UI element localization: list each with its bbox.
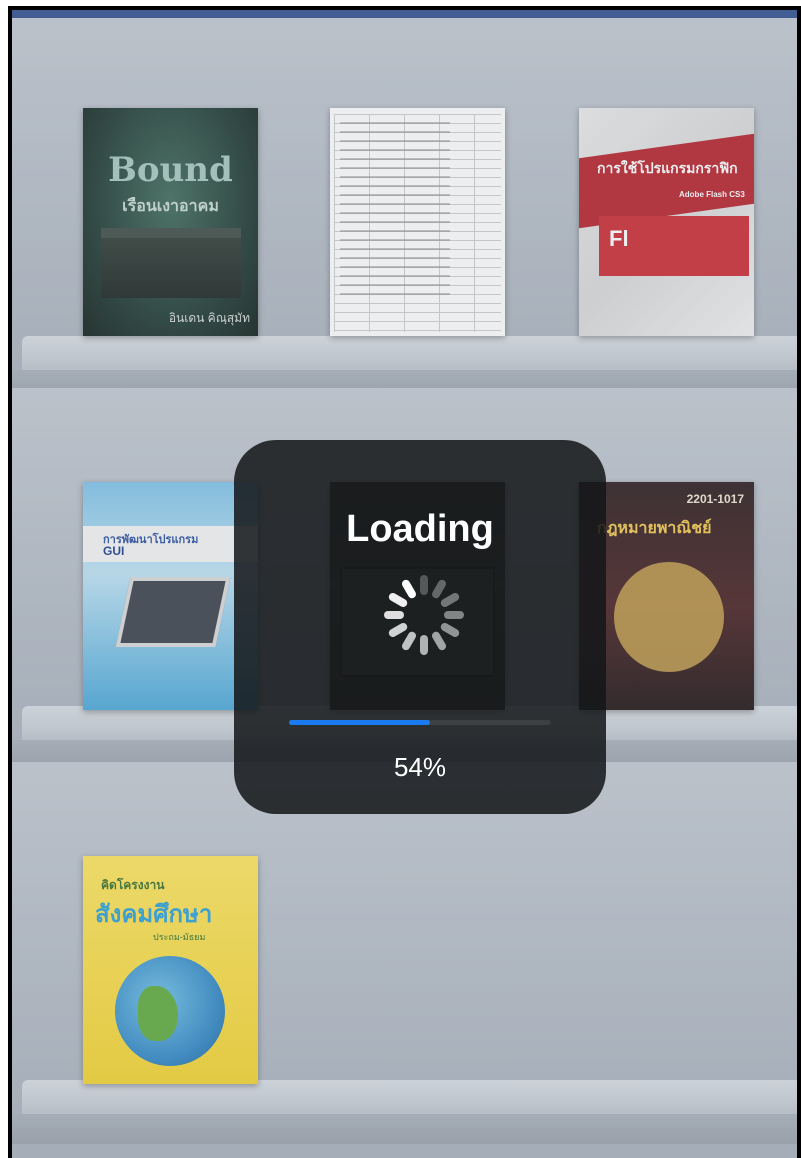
spinner-spoke bbox=[384, 611, 404, 619]
book-cover-spreadsheet[interactable] bbox=[330, 108, 505, 336]
bookshelf-screen: Bound เรือนเงาอาคม อินเดน คิณฺสุมัท การใ… bbox=[8, 6, 801, 1158]
book-cover-gui[interactable]: การพัฒนาโปรแกรม GUI bbox=[83, 482, 258, 710]
loading-label: Loading bbox=[346, 508, 494, 550]
book-title: กฎหมายพาณิชย์ bbox=[597, 520, 712, 537]
book-subtitle: ประถม-มัธยม bbox=[153, 932, 206, 942]
book-subtitle: เรือนเงาอาคม bbox=[122, 198, 219, 215]
book-cover-bound[interactable]: Bound เรือนเงาอาคม อินเดน คิณฺสุมัท bbox=[83, 108, 258, 336]
scales-illustration bbox=[614, 562, 724, 672]
book-code: 2201-1017 bbox=[686, 492, 744, 506]
spinner-spoke bbox=[420, 575, 428, 595]
progress-fill bbox=[289, 720, 431, 725]
spinner-spoke bbox=[432, 631, 446, 651]
spinner-spoke bbox=[388, 623, 408, 637]
book-title: สังคมศึกษา bbox=[95, 901, 213, 928]
book-subtitle: Adobe Flash CS3 bbox=[679, 190, 745, 199]
spinner-spoke bbox=[440, 623, 460, 637]
book-subtitle: GUI bbox=[103, 544, 125, 558]
spinner-spoke bbox=[402, 579, 416, 599]
book-kicker: คิดโครงงาน bbox=[101, 878, 165, 892]
laptop-illustration bbox=[115, 577, 231, 647]
progress-bar bbox=[289, 720, 551, 725]
spinner-spoke bbox=[402, 631, 416, 651]
book-title: Bound bbox=[108, 150, 233, 190]
spinner-spoke bbox=[440, 593, 460, 607]
loading-dialog: Loading 54% bbox=[234, 440, 606, 814]
book-title: การใช้โปรแกรมกราฟิก bbox=[597, 160, 738, 176]
status-bar bbox=[12, 10, 797, 18]
spinner-spoke bbox=[388, 593, 408, 607]
spinner-icon bbox=[384, 575, 464, 655]
book-cover-social-studies[interactable]: คิดโครงงาน สังคมศึกษา ประถม-มัธยม bbox=[83, 856, 258, 1084]
spinner-spoke bbox=[432, 579, 446, 599]
book-author: อินเดน คิณฺสุมัท bbox=[168, 311, 250, 325]
flash-logo: Fl bbox=[609, 226, 629, 251]
book-cover-flash[interactable]: การใช้โปรแกรมกราฟิก Adobe Flash CS3 Fl bbox=[579, 108, 754, 336]
cover-illustration bbox=[101, 228, 241, 298]
spinner-spoke bbox=[444, 611, 464, 619]
spinner-spoke bbox=[420, 635, 428, 655]
progress-percent: 54% bbox=[393, 752, 447, 782]
